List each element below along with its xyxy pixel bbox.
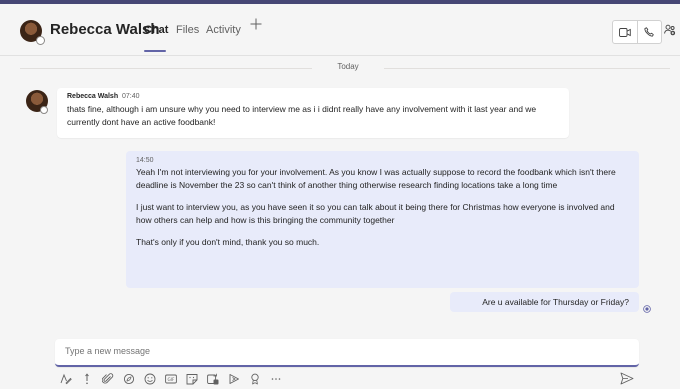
read-receipt-icon xyxy=(643,305,651,313)
call-button-group xyxy=(612,20,662,44)
tab-chat[interactable]: Chat xyxy=(144,24,168,36)
tab-files[interactable]: Files xyxy=(176,24,199,36)
message-input[interactable] xyxy=(65,346,625,356)
incoming-message[interactable]: Rebecca Walsh 07:40 thats fine, although… xyxy=(57,88,569,138)
people-icon[interactable] xyxy=(664,24,676,36)
date-label: Today xyxy=(337,62,359,71)
active-tab-indicator xyxy=(144,50,166,52)
outgoing-message[interactable]: Are u available for Thursday or Friday? xyxy=(450,292,639,312)
sticker-icon[interactable] xyxy=(186,373,198,385)
presence-status-icon xyxy=(40,106,48,114)
audio-call-icon[interactable] xyxy=(636,21,662,43)
message-text: thats fine, although i am unsure why you… xyxy=(67,104,537,127)
message-text: Are u available for Thursday or Friday? xyxy=(482,297,629,307)
important-icon[interactable] xyxy=(81,373,93,385)
chat-header: Rebecca Walsh Chat Files Activity xyxy=(0,4,680,56)
message-time: 14:50 xyxy=(136,157,154,164)
date-divider: Today xyxy=(20,62,670,74)
message-paragraph: I just want to interview you, as you hav… xyxy=(136,202,615,225)
message-meta: Rebecca Walsh 07:40 xyxy=(67,93,559,100)
video-call-icon[interactable] xyxy=(613,21,637,43)
attach-icon[interactable] xyxy=(102,373,114,385)
format-icon[interactable] xyxy=(60,373,72,385)
message-composer xyxy=(55,339,639,367)
praise-icon[interactable] xyxy=(249,373,261,385)
message-paragraph: That's only if you don't mind, thank you… xyxy=(136,237,320,247)
loop-icon[interactable] xyxy=(123,373,135,385)
divider-line xyxy=(20,68,312,69)
svg-text:GIF: GIF xyxy=(168,377,175,382)
sender-name: Rebecca Walsh xyxy=(67,93,119,100)
presence-status-icon xyxy=(36,36,45,45)
plus-icon[interactable] xyxy=(250,18,262,30)
message-paragraph: Yeah I'm not interviewing you for your i… xyxy=(136,167,616,190)
more-icon[interactable] xyxy=(270,373,282,385)
stream-icon[interactable] xyxy=(228,373,240,385)
divider-line xyxy=(384,68,670,69)
outgoing-message[interactable]: 14:50 Yeah I'm not interviewing you for … xyxy=(126,151,639,288)
meet-now-icon[interactable] xyxy=(207,373,219,385)
message-time: 07:40 xyxy=(122,93,140,100)
emoji-icon[interactable] xyxy=(144,373,156,385)
composer-toolbar: GIF xyxy=(60,372,282,386)
send-icon[interactable] xyxy=(620,372,634,385)
gif-icon[interactable]: GIF xyxy=(165,373,177,385)
tab-activity[interactable]: Activity xyxy=(206,24,241,36)
